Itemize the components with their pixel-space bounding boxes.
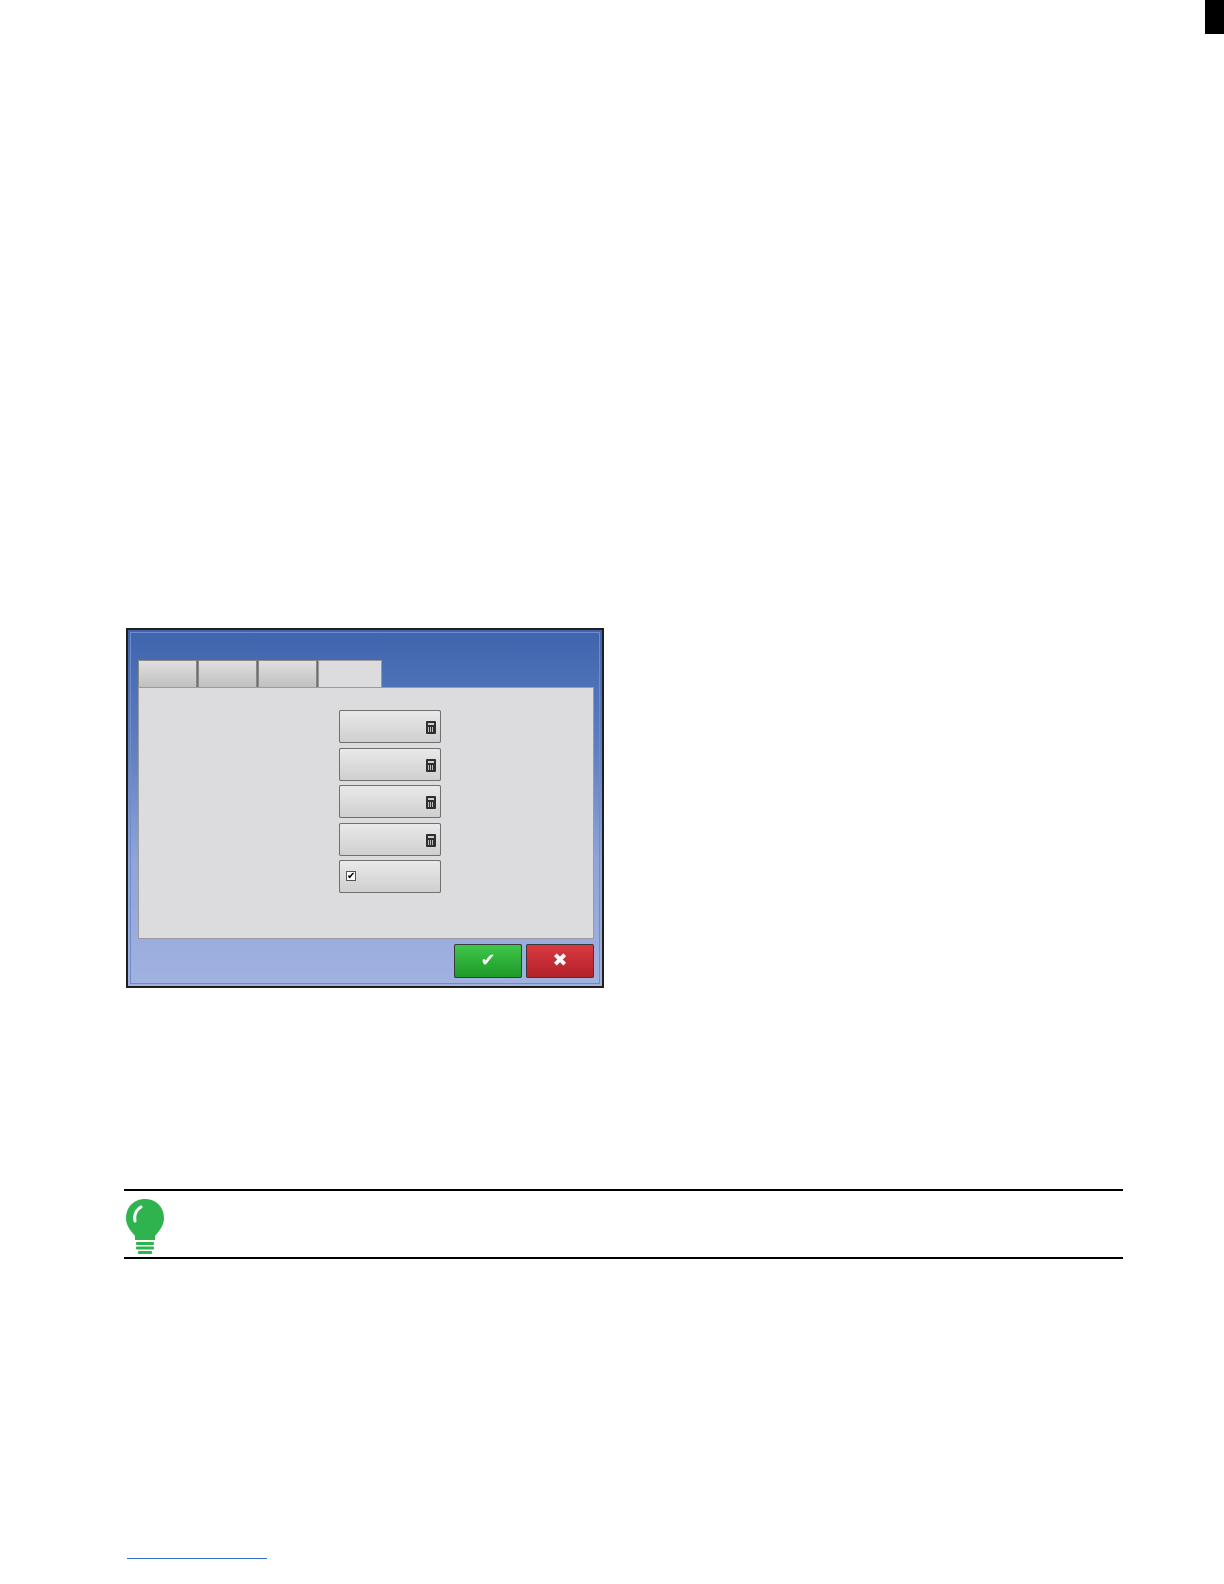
numeric-field-1[interactable] <box>339 710 441 743</box>
tab-panel: ✔ <box>138 687 594 939</box>
calculator-icon[interactable] <box>426 759 436 772</box>
footer-link-underline[interactable] <box>127 1558 267 1559</box>
tip-bottom-rule <box>124 1257 1123 1259</box>
close-icon: ✖ <box>552 950 568 971</box>
tab-1[interactable] <box>138 660 197 687</box>
calculator-icon[interactable] <box>426 834 436 847</box>
settings-dialog: ✔ ✔ ✖ <box>126 628 604 988</box>
numeric-field-4[interactable] <box>339 823 441 856</box>
numeric-field-3[interactable] <box>339 785 441 818</box>
checkbox-field[interactable]: ✔ <box>339 860 441 893</box>
accept-button[interactable]: ✔ <box>454 944 522 978</box>
tab-bar <box>138 660 383 688</box>
checkbox-checked-icon[interactable]: ✔ <box>346 871 356 882</box>
tab-3[interactable] <box>258 660 317 687</box>
checkmark-icon: ✔ <box>480 950 496 971</box>
calculator-icon[interactable] <box>426 721 436 734</box>
calculator-icon[interactable] <box>426 796 436 809</box>
numeric-field-2[interactable] <box>339 748 441 781</box>
tab-4-active[interactable] <box>318 660 382 688</box>
tab-2[interactable] <box>198 660 257 687</box>
tip-top-rule <box>124 1189 1123 1191</box>
page-edge-tab <box>1205 0 1224 34</box>
lightbulb-icon <box>126 1199 164 1254</box>
cancel-button[interactable]: ✖ <box>526 944 594 978</box>
